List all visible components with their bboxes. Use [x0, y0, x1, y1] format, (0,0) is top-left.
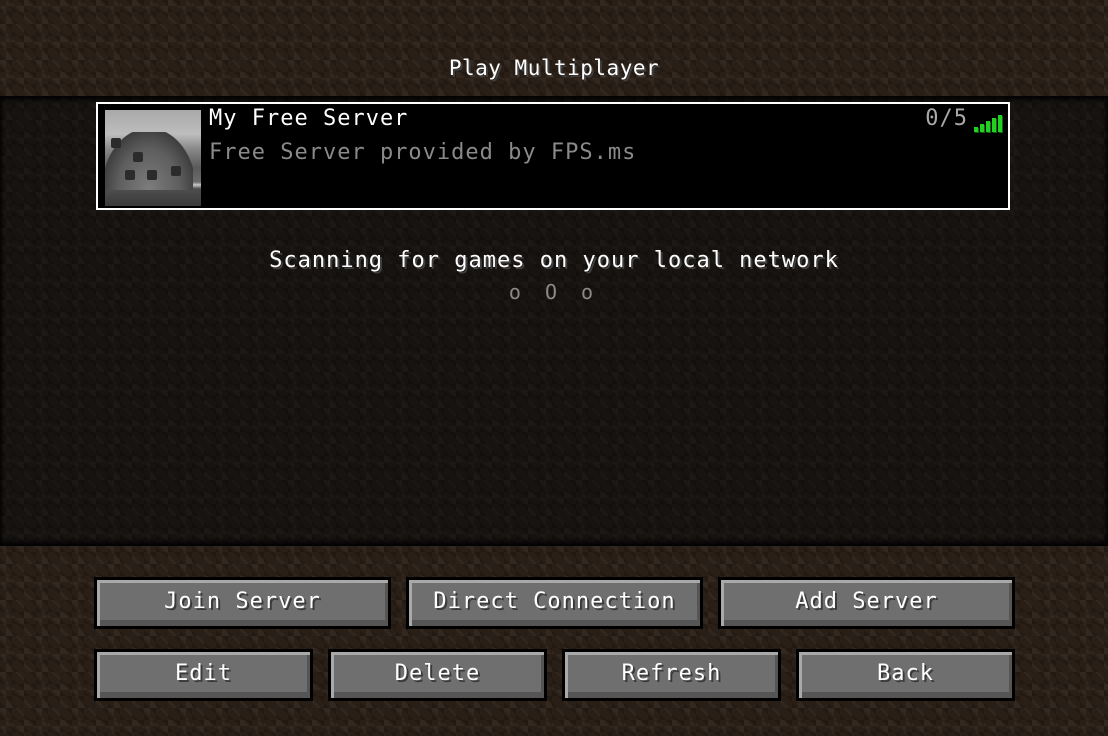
add-server-button[interactable]: Add Server — [718, 577, 1015, 629]
delete-button[interactable]: Delete — [328, 649, 547, 701]
signal-bars-icon — [974, 114, 1002, 132]
back-button[interactable]: Back — [796, 649, 1015, 701]
direct-connection-button[interactable]: Direct Connection — [406, 577, 703, 629]
server-icon — [105, 110, 201, 206]
lan-scanning-text: Scanning for games on your local network — [269, 248, 839, 273]
server-motd: Free Server provided by FPS.ms — [209, 140, 637, 165]
screen-title: Play Multiplayer — [448, 56, 660, 80]
refresh-button[interactable]: Refresh — [562, 649, 781, 701]
server-icon-tree — [125, 170, 135, 180]
join-server-button[interactable]: Join Server — [94, 577, 391, 629]
server-icon-tree — [111, 138, 121, 148]
edit-button[interactable]: Edit — [94, 649, 313, 701]
server-icon-tree — [171, 166, 181, 176]
server-name: My Free Server — [209, 106, 409, 131]
lan-scanning-animation: o O o — [508, 280, 600, 304]
server-icon-tree — [147, 170, 157, 180]
player-count: 0/5 — [925, 106, 968, 131]
server-entry[interactable]: My Free Server Free Server provided by F… — [96, 102, 1010, 210]
server-icon-tree — [133, 152, 143, 162]
